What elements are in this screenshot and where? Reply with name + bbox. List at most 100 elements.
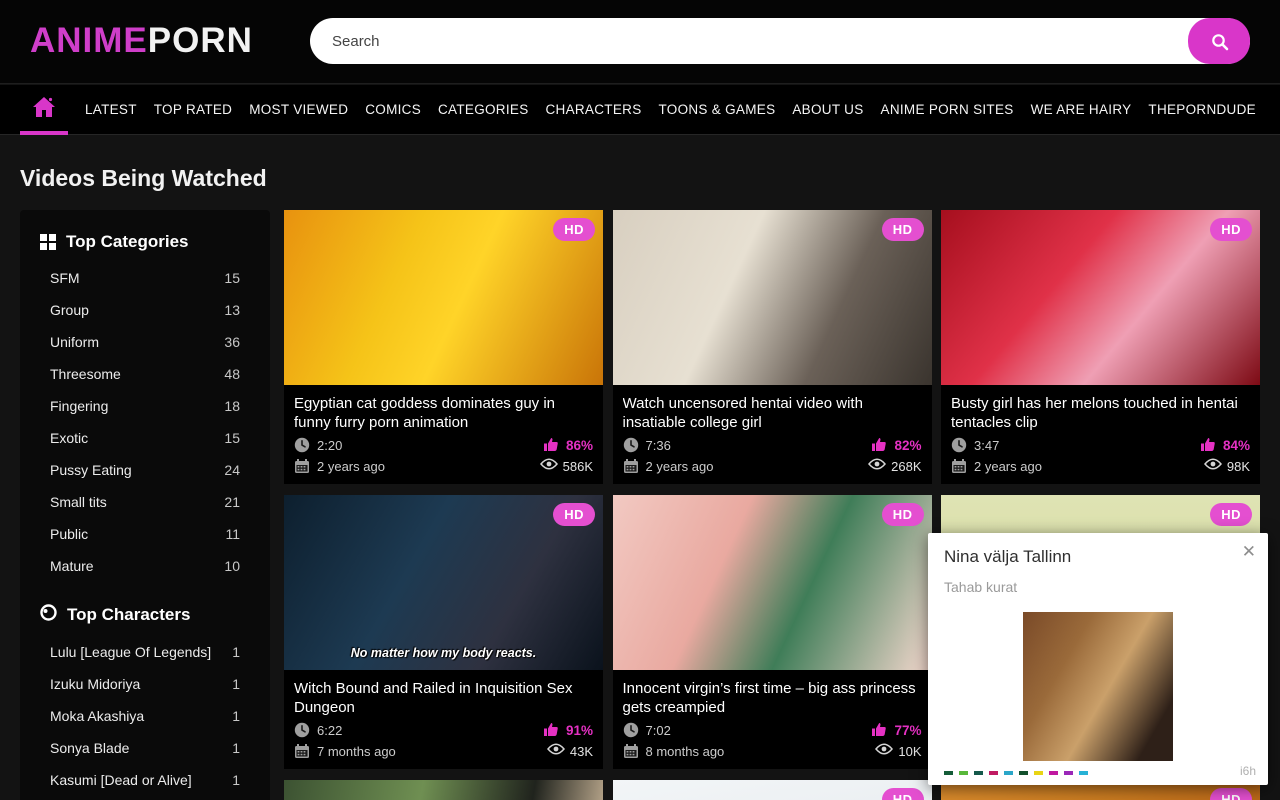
- category-item-uniform[interactable]: Uniform36: [40, 326, 252, 358]
- video-card[interactable]: HD: [613, 780, 932, 800]
- video-thumbnail[interactable]: HD: [613, 495, 932, 670]
- video-card[interactable]: HD Busty girl has her melons touched in …: [941, 210, 1260, 484]
- top-characters-title: Top Characters: [67, 605, 190, 625]
- characters-icon: [40, 604, 57, 626]
- hd-badge: HD: [882, 503, 924, 526]
- ad-photo[interactable]: [1023, 612, 1173, 761]
- clock-icon: [951, 437, 967, 453]
- logo-text-secondary: PORN: [148, 21, 253, 60]
- calendar-icon: [623, 458, 639, 474]
- video-duration: 7:02: [646, 723, 671, 738]
- category-item-sfm[interactable]: SFM15: [40, 262, 252, 294]
- nav-item-categories[interactable]: CATEGORIES: [438, 102, 529, 117]
- clock-icon: [294, 722, 310, 738]
- video-age: 2 years ago: [974, 459, 1042, 474]
- category-item-small-tits[interactable]: Small tits21: [40, 486, 252, 518]
- video-title[interactable]: Busty girl has her melons touched in hen…: [951, 394, 1250, 432]
- header: ANIMEPORN: [0, 0, 1280, 84]
- ad-popup-title: Nina välja Tallinn: [944, 547, 1252, 567]
- category-item-mature[interactable]: Mature10: [40, 550, 252, 582]
- character-item-izuku[interactable]: Izuku Midoriya1: [40, 668, 252, 700]
- nav-item-theporndude[interactable]: THEPORNDUDE: [1148, 102, 1256, 117]
- video-age: 7 months ago: [317, 744, 396, 759]
- logo-text-primary: ANIME: [30, 21, 148, 60]
- nav-item-anime-porn-sites[interactable]: ANIME PORN SITES: [881, 102, 1014, 117]
- video-age: 8 months ago: [646, 744, 725, 759]
- calendar-icon: [951, 458, 967, 474]
- category-item-threesome[interactable]: Threesome48: [40, 358, 252, 390]
- nav-active-indicator: [20, 131, 68, 135]
- top-categories-title: Top Categories: [66, 232, 188, 252]
- nav-item-home[interactable]: [20, 85, 68, 135]
- video-views: 586K: [563, 459, 593, 474]
- hd-badge: HD: [882, 218, 924, 241]
- character-item-kasumi[interactable]: Kasumi [Dead or Alive]1: [40, 764, 252, 796]
- video-thumbnail[interactable]: HD No matter how my body reacts.: [284, 495, 603, 670]
- category-item-public[interactable]: Public11: [40, 518, 252, 550]
- nav-item-about-us[interactable]: ABOUT US: [792, 102, 863, 117]
- eye-icon: [540, 458, 556, 474]
- thumbs-up-icon: [543, 437, 559, 453]
- ad-popup: Nina välja Tallinn ✕ Tahab kurat i6h: [928, 533, 1268, 785]
- calendar-icon: [294, 743, 310, 759]
- calendar-icon: [623, 743, 639, 759]
- ad-popup-subtitle: Tahab kurat: [944, 579, 1252, 595]
- ad-progress-dashes: [944, 771, 1088, 775]
- hd-badge: HD: [1210, 788, 1252, 800]
- ad-timestamp: i6h: [1240, 764, 1256, 778]
- eye-icon: [1204, 458, 1220, 474]
- clock-icon: [623, 437, 639, 453]
- category-item-fingering[interactable]: Fingering18: [40, 390, 252, 422]
- thumbs-up-icon: [871, 722, 887, 738]
- category-item-group[interactable]: Group13: [40, 294, 252, 326]
- nav-item-characters[interactable]: CHARACTERS: [545, 102, 641, 117]
- nav-item-we-are-hairy[interactable]: WE ARE HAIRY: [1031, 102, 1132, 117]
- search-bar: [310, 18, 1250, 64]
- video-title[interactable]: Witch Bound and Railed in Inquisition Se…: [294, 679, 593, 717]
- video-thumbnail[interactable]: [284, 780, 603, 800]
- sidebar: Top Categories SFM15 Group13 Uniform36 T…: [20, 210, 270, 800]
- eye-icon: [875, 743, 891, 759]
- nav-item-latest[interactable]: LATEST: [85, 102, 137, 117]
- hd-badge: HD: [553, 503, 595, 526]
- video-views: 10K: [898, 744, 921, 759]
- video-title[interactable]: Egyptian cat goddess dominates guy in fu…: [294, 394, 593, 432]
- page-title: Videos Being Watched: [20, 165, 267, 192]
- video-duration: 3:47: [974, 438, 999, 453]
- nav-item-toons-games[interactable]: TOONS & GAMES: [658, 102, 775, 117]
- character-item-moka[interactable]: Moka Akashiya1: [40, 700, 252, 732]
- top-characters-header: Top Characters: [40, 604, 252, 626]
- search-button[interactable]: [1188, 18, 1250, 64]
- video-card[interactable]: HD No matter how my body reacts. Witch B…: [284, 495, 603, 769]
- video-likes: 77%: [894, 723, 921, 738]
- thumbs-up-icon: [871, 437, 887, 453]
- video-thumbnail[interactable]: HD: [284, 210, 603, 385]
- video-title[interactable]: Innocent virgin’s first time – big ass p…: [623, 679, 922, 717]
- character-item-sonya[interactable]: Sonya Blade1: [40, 732, 252, 764]
- video-likes: 82%: [894, 438, 921, 453]
- categories-grid-icon: [40, 234, 56, 250]
- category-item-exotic[interactable]: Exotic15: [40, 422, 252, 454]
- site-logo[interactable]: ANIMEPORN: [30, 21, 253, 61]
- category-item-pussy-eating[interactable]: Pussy Eating24: [40, 454, 252, 486]
- search-input[interactable]: [310, 18, 1250, 64]
- eye-icon: [868, 458, 884, 474]
- hd-badge: HD: [1210, 218, 1252, 241]
- video-thumbnail[interactable]: HD: [613, 210, 932, 385]
- video-age: 2 years ago: [646, 459, 714, 474]
- clock-icon: [294, 437, 310, 453]
- video-card[interactable]: [284, 780, 603, 800]
- thumbnail-subtitle-text: No matter how my body reacts.: [284, 646, 603, 660]
- video-thumbnail[interactable]: HD: [941, 210, 1260, 385]
- video-title[interactable]: Watch uncensored hentai video with insat…: [623, 394, 922, 432]
- clock-icon: [623, 722, 639, 738]
- video-card[interactable]: HD Innocent virgin’s first time – big as…: [613, 495, 932, 769]
- nav-item-comics[interactable]: COMICS: [365, 102, 421, 117]
- video-card[interactable]: HD Egyptian cat goddess dominates guy in…: [284, 210, 603, 484]
- video-thumbnail[interactable]: HD: [613, 780, 932, 800]
- nav-item-most-viewed[interactable]: MOST VIEWED: [249, 102, 348, 117]
- character-item-lulu[interactable]: Lulu [League Of Legends]1: [40, 636, 252, 668]
- nav-item-top-rated[interactable]: TOP RATED: [154, 102, 232, 117]
- video-card[interactable]: HD Watch uncensored hentai video with in…: [613, 210, 932, 484]
- close-icon[interactable]: ✕: [1242, 543, 1256, 560]
